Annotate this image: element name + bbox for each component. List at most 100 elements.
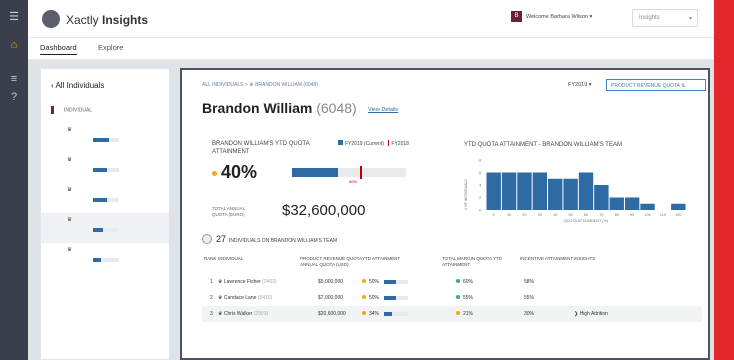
cell-attainment: 50% (362, 279, 379, 285)
tab-dashboard[interactable]: Dashboard (40, 43, 77, 55)
cell-individual[interactable]: ♛ Candace Lane (5410) (218, 295, 272, 301)
menu-icon[interactable]: ☰ (7, 10, 21, 24)
table-header[interactable]: INCENTIVE ATTAINMENT (520, 256, 573, 262)
hist-bar (563, 178, 578, 210)
cell-incentive: 30% (524, 311, 535, 317)
hist-xtick: 70 (599, 213, 603, 217)
view-details-link[interactable]: View Details (368, 107, 398, 113)
cell-attainment-bar (384, 312, 408, 316)
hist-xtick: 110 (660, 213, 666, 217)
attainment-legend: FY2019 (Current) FY2018 (338, 140, 409, 147)
cell-incentive: 58% (524, 279, 535, 285)
sidebar-item[interactable]: ♛ (41, 123, 169, 153)
brand-title: Xactly Insights (66, 13, 149, 27)
cell-attainment: 50% (362, 295, 379, 301)
sidebar-item[interactable]: ♛ (41, 153, 169, 183)
cell-rank: 2 (210, 295, 213, 301)
hist-ytick: 4 (479, 183, 482, 188)
table-header[interactable]: PRODUCT REVENUE QUOTA ANNUAL QUOTA (USD) (300, 256, 370, 268)
hist-xtick: 0 (493, 213, 495, 217)
hist-bar (624, 197, 640, 210)
cell-attainment-bar (384, 296, 408, 300)
user-avatar[interactable]: B (511, 11, 522, 22)
hist-xtick: 100 (644, 213, 650, 217)
people-icon (202, 234, 212, 244)
attainment-card: BRANDON WILLIAM'S YTD QUOTA ATTAINMENT F… (202, 126, 448, 226)
sidebar-item[interactable]: ♛ (41, 213, 169, 243)
individuals-sidebar: ‹ All Individuals INDIVIDUAL ♛ ♛ ♛ ♛ ♛ (40, 68, 170, 360)
total-quota-label: TOTAL ANNUAL QUOTA (EURO) (212, 206, 246, 217)
sidebar-item-name: ♛ (67, 127, 72, 133)
hist-xtick: 60 (584, 213, 588, 217)
cell-rank: 3 (210, 311, 213, 317)
cell-margin: 60% (456, 279, 473, 285)
breadcrumb[interactable]: ALL INDIVIDUALS > ♛ BRANDON WILLIAM (604… (202, 82, 318, 88)
cell-individual[interactable]: ♛ Chris Walker (2903) (218, 311, 268, 317)
cell-insight[interactable]: ❯ High Attrition (574, 311, 608, 317)
cell-individual[interactable]: ♛ Lawrence Fisher (2402) (218, 279, 277, 285)
xactly-logo-icon (42, 10, 60, 28)
back-to-all-individuals[interactable]: ‹ All Individuals (51, 81, 104, 90)
cell-margin: 55% (456, 295, 473, 301)
hist-bar (501, 172, 517, 210)
hist-bar (486, 172, 501, 210)
attainment-progress-bar (292, 166, 406, 179)
hist-ytick: 6 (479, 170, 482, 175)
hist-xtick: 90 (630, 213, 634, 217)
sidebar-item[interactable]: ♛ (41, 243, 169, 273)
hist-bar (548, 178, 563, 210)
hist-xtick: 80 (615, 213, 619, 217)
hist-xtick: 30 (538, 213, 542, 217)
team-count: 27 INDIVIDUALS ON BRANDON WILLIAM'S TEAM (202, 234, 337, 244)
sidebar-item-progress (93, 198, 119, 202)
hist-xtick: 50 (568, 213, 572, 217)
cell-quota: $5,000,000 (318, 279, 344, 285)
cell-margin: 21% (456, 311, 473, 317)
cell-quota: $7,000,000 (318, 295, 344, 301)
home-icon[interactable]: ⌂ (7, 38, 21, 52)
hist-bar (609, 197, 624, 210)
product-revenue-quota-button[interactable]: PRODUCT REVENUE QUOTA ⇅ (606, 79, 706, 91)
sidebar-item-name: ♛ (67, 247, 72, 253)
attainment-value: 40% (212, 162, 257, 183)
table-header[interactable]: INDIVIDUAL (218, 256, 243, 262)
user-menu[interactable]: Welcome Barbara Wilson ▾ (526, 14, 592, 20)
page-title: Brandon William (6048) (202, 100, 357, 116)
target-label: 60% (349, 179, 358, 184)
cell-attainment: 34% (362, 311, 379, 317)
hist-bar (640, 203, 655, 210)
hist-bar (594, 185, 609, 210)
insights-select[interactable]: Insights ▾ (632, 9, 698, 27)
table-header[interactable]: TOTAL MARGIN QUOTA YTD ATTAINMENT (442, 256, 512, 268)
filter-icon[interactable]: ≡ (7, 72, 21, 86)
chevron-down-icon: ▾ (688, 16, 692, 22)
sidebar-item-progress (93, 138, 119, 142)
table-row[interactable]: 3 ♛ Chris Walker (2903) $20,600,000 34% 21% 3… (202, 306, 702, 322)
detail-panel: ALL INDIVIDUALS > ♛ BRANDON WILLIAM (604… (180, 68, 710, 360)
sidebar-item-name: ♛ (67, 187, 72, 193)
nav-bar: Dashboard Explore (28, 38, 714, 60)
sidebar-item-progress (93, 168, 119, 172)
cell-quota: $20,600,000 (318, 311, 346, 317)
table-header[interactable]: YTD ATTAINMENT (362, 256, 400, 262)
sort-icon (51, 106, 54, 114)
sidebar-item-name: ♛ (67, 217, 72, 223)
help-icon[interactable]: ? (7, 90, 21, 104)
table-row[interactable]: 2 ♛ Candace Lane (5410) $7,000,000 50% 55% 55… (202, 290, 702, 306)
hist-bar (671, 203, 686, 210)
hist-ytick: 0 (479, 208, 482, 213)
hist-bar (532, 172, 548, 210)
app-window: ☰ ⌂ ≡ ? Xactly Insights B Welcome Barbar… (0, 0, 734, 360)
hist-ylabel: # OF INDIVIDUALS (464, 179, 468, 210)
table-header[interactable]: RANK (204, 256, 217, 262)
team-chart-card: YTD QUOTA ATTAINMENT - BRANDON WILLIAM'S… (454, 126, 710, 226)
table-row[interactable]: 1 ♛ Lawrence Fisher (2402) $5,000,000 50% 60… (202, 274, 702, 290)
status-dot-icon (212, 170, 217, 176)
tab-explore[interactable]: Explore (98, 43, 123, 52)
table-header[interactable]: INSIGHTS (574, 256, 595, 262)
hist-ytick: 8 (479, 158, 482, 163)
fiscal-year-select[interactable]: FY2019 ▾ (568, 82, 592, 88)
sidebar-item[interactable]: ♛ (41, 183, 169, 213)
hist-bar (517, 172, 532, 210)
hist-xtick: 120 (675, 213, 681, 217)
